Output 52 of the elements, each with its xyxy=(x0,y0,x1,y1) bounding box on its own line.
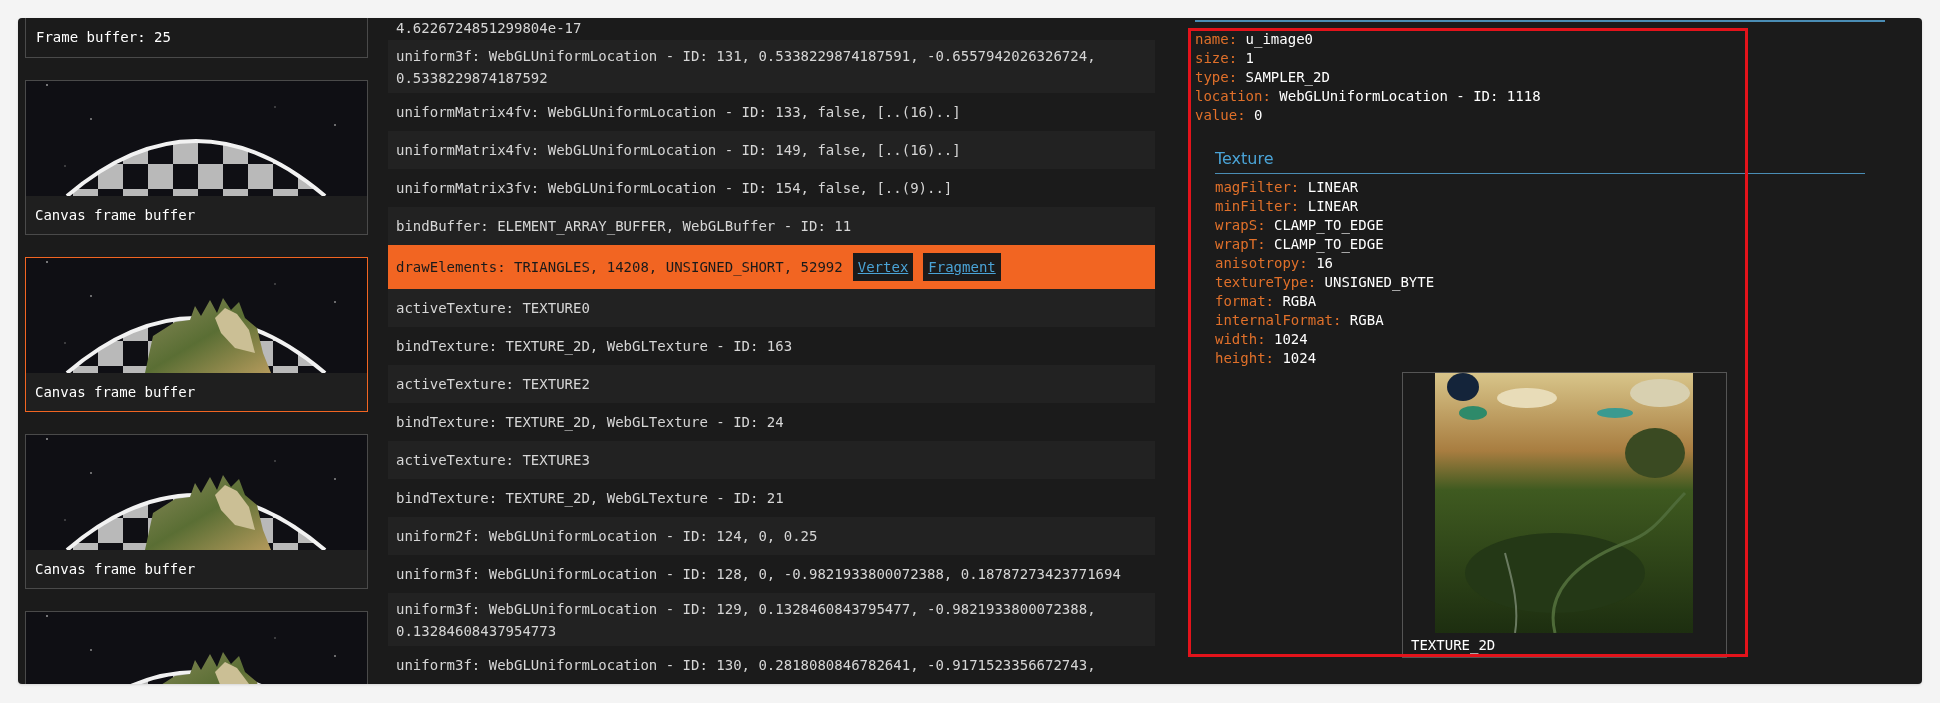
shader-link[interactable]: Fragment xyxy=(923,253,1001,281)
call-text: bindTexture: TEXTURE_2D, WebGLTexture - ID: 24 xyxy=(396,413,784,433)
call-row[interactable]: uniform2f: WebGLUniformLocation - ID: 124, 0, 0.25 xyxy=(388,517,1155,555)
property-line: internalFormat: RGBA xyxy=(1215,311,1385,330)
call-row[interactable]: uniformMatrix4fv: WebGLUniformLocation - ID: 149, false, [..(16)..] xyxy=(388,131,1155,169)
property-line: location: WebGLUniformLocation - ID: 1118 xyxy=(1195,87,1542,106)
property-line: height: 1024 xyxy=(1215,349,1318,368)
section-heading: Texture xyxy=(1215,148,1275,170)
call-text: activeTexture: TEXTURE3 xyxy=(396,451,590,470)
call-row[interactable]: drawElements: TRIANGLES, 14208, UNSIGNED_SHORT, 52992 Vertex Fragment xyxy=(388,245,1155,289)
call-text: bindBuffer: ELEMENT_ARRAY_BUFFER, WebGLBuffer - ID: 11 xyxy=(396,217,852,237)
call-text: bindTexture: TEXTURE_2D, WebGLTexture - ID: 163 xyxy=(396,337,793,357)
property-line: size: 1 xyxy=(1195,49,1255,68)
frame-buffer-label: Frame buffer: 25 xyxy=(25,18,368,58)
frame-thumbnail[interactable]: Canvas frame buffer xyxy=(25,434,368,589)
call-row[interactable]: activeTexture: TEXTURE0 xyxy=(388,289,1155,327)
call-text: uniformMatrix4fv: WebGLUniformLocation - ID: 133, false, [..(16)..] xyxy=(396,103,961,122)
call-text: bindTexture: TEXTURE_2D, WebGLTexture - ID: 21 xyxy=(396,489,784,509)
property-line: minFilter: LINEAR xyxy=(1215,197,1360,216)
call-row[interactable]: uniform3f: WebGLUniformLocation - ID: 129, 0.1328460843795477, -0.9821933800072388, 0.13284608437954773 xyxy=(388,593,1155,646)
call-text: uniformMatrix3fv: WebGLUniformLocation - ID: 154, false, [..(9)..] xyxy=(396,179,953,198)
call-row[interactable]: bindBuffer: ELEMENT_ARRAY_BUFFER, WebGLBuffer - ID: 11 xyxy=(388,207,1155,245)
property-line: type: SAMPLER_2D xyxy=(1195,68,1331,87)
property-line: width: 1024 xyxy=(1215,330,1309,349)
call-text: activeTexture: TEXTURE2 xyxy=(396,375,590,394)
property-line: format: RGBA xyxy=(1215,292,1318,311)
property-line: wrapT: CLAMP_TO_EDGE xyxy=(1215,235,1385,254)
call-row[interactable]: activeTexture: TEXTURE2 xyxy=(388,365,1155,403)
call-text: drawElements: TRIANGLES, 14208, UNSIGNED_SHORT, 52992 xyxy=(396,258,843,278)
texture-label: TEXTURE_2D xyxy=(1410,636,1497,656)
call-text: uniform3f: WebGLUniformLocation - ID: 130, 0.2818080846782641, -0.9171523356672743, xyxy=(396,656,1096,675)
call-row[interactable]: uniform3f: WebGLUniformLocation - ID: 131, 0.5338229874187591, -0.6557942026326724, 0.5338229874187592 xyxy=(388,40,1155,93)
property-line: anisotropy: 16 xyxy=(1215,254,1334,273)
call-text: uniform2f: WebGLUniformLocation - ID: 124, 0, 0.25 xyxy=(396,527,818,546)
call-row[interactable]: activeTexture: TEXTURE3 xyxy=(388,441,1155,479)
call-text: activeTexture: TEXTURE0 xyxy=(396,299,590,318)
call-text: uniform3f: WebGLUniformLocation - ID: 129, 0.1328460843795477, -0.9821933800072388, 0.13284608437954773 xyxy=(396,599,1097,641)
call-text: 4.6226724851299804e-17 xyxy=(396,19,582,38)
thumbnail-label: Canvas frame buffer xyxy=(34,559,197,579)
property-line: textureType: UNSIGNED_BYTE xyxy=(1215,273,1436,292)
property-line: magFilter: LINEAR xyxy=(1215,178,1360,197)
call-text: uniform3f: WebGLUniformLocation - ID: 128, 0, -0.9821933800072388, 0.18787273423771694 xyxy=(396,565,1121,584)
property-line: name: u_image0 xyxy=(1195,30,1314,49)
call-text: uniformMatrix4fv: WebGLUniformLocation - ID: 149, false, [..(16)..] xyxy=(396,141,961,160)
property-line: value: 0 xyxy=(1195,106,1264,125)
frame-thumbnail[interactable]: Canvas frame buffer xyxy=(25,80,368,235)
shader-link[interactable]: Vertex xyxy=(852,253,914,281)
thumbnail-label: Canvas frame buffer xyxy=(34,205,197,225)
frame-thumbnail[interactable]: Canvas frame buffer xyxy=(25,257,368,412)
call-text: uniform3f: WebGLUniformLocation - ID: 131, 0.5338229874187591, -0.6557942026326724, 0.5338229874187592 xyxy=(396,46,1097,88)
thumbnail-label: Canvas frame buffer xyxy=(34,382,197,402)
property-line: wrapS: CLAMP_TO_EDGE xyxy=(1215,216,1385,235)
